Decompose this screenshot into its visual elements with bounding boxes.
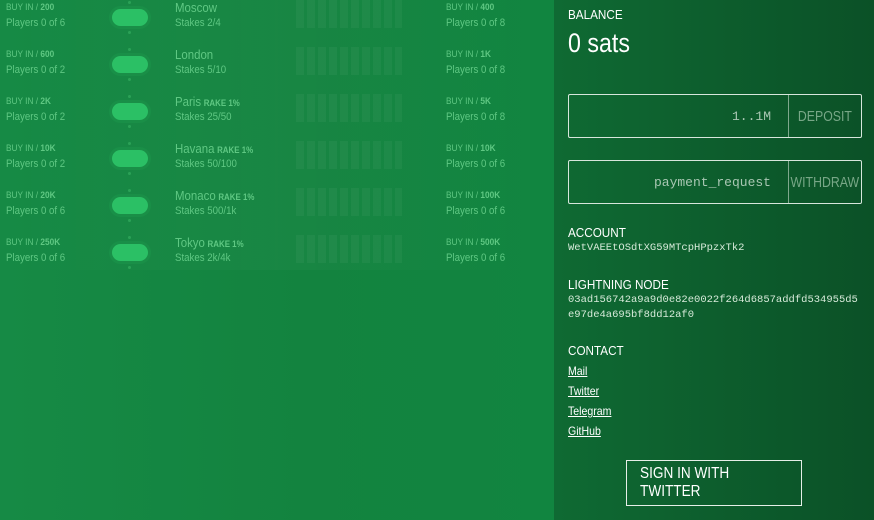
buyin: BUY IN / 200: [6, 2, 55, 12]
stakes: Stakes 25/50: [175, 111, 232, 123]
balance-value: 0 sats: [568, 28, 630, 58]
poker-table-icon: [112, 48, 148, 81]
players-count-alt: Players 0 of 8: [446, 64, 506, 76]
stakes: Stakes 2k/4k: [175, 252, 231, 264]
table-row[interactable]: BUY IN / 2K Players 0 of 2 Paris RAKE 1% …: [0, 82, 554, 129]
github-link[interactable]: GitHub: [568, 424, 601, 438]
players-count-alt: Players 0 of 6: [446, 205, 506, 217]
table-name: London: [175, 47, 214, 62]
mail-link[interactable]: Mail: [568, 364, 587, 378]
table-name: Tokyo RAKE 1%: [175, 235, 244, 250]
poker-table-icon: [112, 1, 148, 34]
table-row[interactable]: BUY IN / 600 Players 0 of 2 London Stake…: [0, 35, 554, 82]
deposit-form: DEPOSIT: [568, 94, 862, 138]
players-count: Players 0 of 2: [6, 111, 66, 123]
poker-table-icon: [112, 95, 148, 128]
contact-label: CONTACT: [568, 343, 624, 358]
account-label: ACCOUNT: [568, 225, 626, 240]
poker-table-icon: [112, 236, 148, 269]
stakes: Stakes 500/1k: [175, 205, 237, 217]
players-count-alt: Players 0 of 8: [446, 111, 506, 123]
deposit-amount-input[interactable]: [569, 95, 789, 137]
table-row[interactable]: BUY IN / 20K Players 0 of 6 Monaco RAKE 1…: [0, 176, 554, 223]
poker-table-icon: [112, 189, 148, 222]
players-count: Players 0 of 6: [6, 17, 66, 29]
account-panel: BALANCE 0 sats DEPOSIT WITHDRAW ACCOUNT …: [554, 0, 874, 520]
table-name: Monaco RAKE 1%: [175, 188, 255, 203]
buyin: BUY IN / 600: [6, 49, 55, 59]
buyin: BUY IN / 250K: [6, 237, 61, 247]
buyin-alt: BUY IN / 100K: [446, 190, 501, 200]
table-row[interactable]: BUY IN / 200 Players 0 of 6 Moscow Stake…: [0, 0, 554, 35]
players-count: Players 0 of 6: [6, 252, 66, 264]
poker-table-icon: [112, 142, 148, 175]
seats-indicator: [296, 141, 402, 169]
sign-in-twitter-button[interactable]: SIGN IN WITH TWITTER: [626, 460, 802, 506]
account-id: WetVAEEtOSdtXG59MTcpHPpzxTk2: [568, 242, 745, 254]
rake-label: RAKE 1%: [203, 98, 240, 108]
table-name: Havana RAKE 1%: [175, 141, 254, 156]
withdraw-form: WITHDRAW: [568, 160, 862, 204]
telegram-link[interactable]: Telegram: [568, 404, 611, 418]
players-count: Players 0 of 6: [6, 205, 66, 217]
buyin-alt: BUY IN / 500K: [446, 237, 501, 247]
stakes: Stakes 5/10: [175, 64, 227, 76]
players-count: Players 0 of 2: [6, 158, 66, 170]
stakes: Stakes 2/4: [175, 17, 221, 29]
players-count: Players 0 of 2: [6, 64, 66, 76]
twitter-link[interactable]: Twitter: [568, 384, 599, 398]
seats-indicator: [296, 188, 402, 216]
seats-indicator: [296, 0, 402, 28]
seats-indicator: [296, 94, 402, 122]
deposit-button[interactable]: DEPOSIT: [788, 95, 861, 137]
withdraw-button[interactable]: WITHDRAW: [788, 161, 861, 203]
table-row[interactable]: BUY IN / 250K Players 0 of 6 Tokyo RAKE 1…: [0, 223, 554, 270]
players-count-alt: Players 0 of 8: [446, 17, 506, 29]
buyin: BUY IN / 2K: [6, 96, 51, 106]
rake-label: RAKE 1%: [217, 145, 254, 155]
stakes: Stakes 50/100: [175, 158, 237, 170]
players-count-alt: Players 0 of 6: [446, 158, 506, 170]
lobby: BUY IN / 200 Players 0 of 6 Moscow Stake…: [0, 0, 554, 520]
table-name: Paris RAKE 1%: [175, 94, 240, 109]
buyin-alt: BUY IN / 1K: [446, 49, 491, 59]
buyin-alt: BUY IN / 5K: [446, 96, 491, 106]
players-count-alt: Players 0 of 6: [446, 252, 506, 264]
table-list: BUY IN / 200 Players 0 of 6 Moscow Stake…: [0, 0, 554, 270]
buyin-alt: BUY IN / 400: [446, 2, 495, 12]
table-name: Moscow: [175, 0, 217, 15]
rake-label: RAKE 1%: [218, 192, 255, 202]
buyin-alt: BUY IN / 10K: [446, 143, 496, 153]
lightning-node-label: LIGHTNING NODE: [568, 277, 669, 292]
buyin: BUY IN / 20K: [6, 190, 56, 200]
lightning-node-id: 03ad156742a9a9d0e82e0022f264d6857addfd53…: [568, 294, 858, 321]
payment-request-input[interactable]: [569, 161, 789, 203]
table-row[interactable]: BUY IN / 10K Players 0 of 2 Havana RAKE 1…: [0, 129, 554, 176]
seats-indicator: [296, 235, 402, 263]
seats-indicator: [296, 47, 402, 75]
rake-label: RAKE 1%: [207, 239, 244, 249]
balance-label: BALANCE: [568, 7, 623, 22]
buyin: BUY IN / 10K: [6, 143, 56, 153]
